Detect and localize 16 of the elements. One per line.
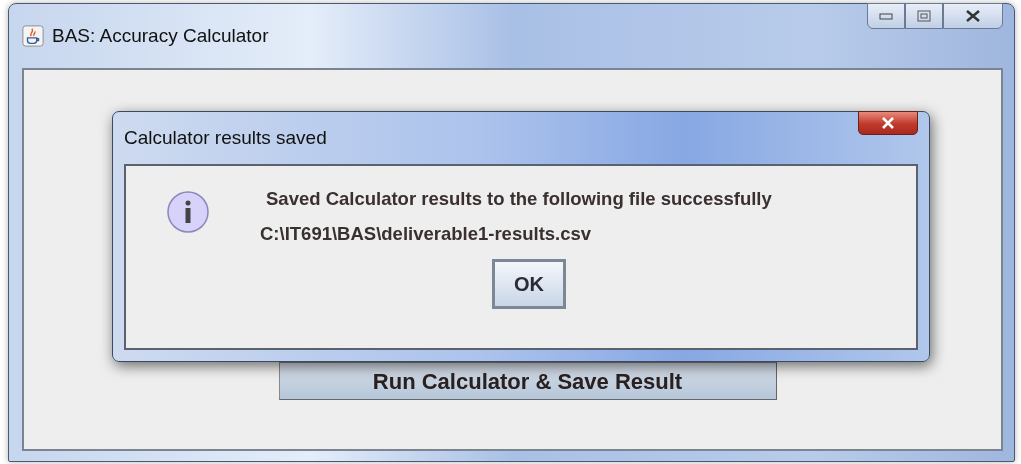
- minimize-button[interactable]: [867, 3, 905, 29]
- minimize-icon: [879, 12, 893, 20]
- close-icon: [880, 117, 896, 129]
- file-path: C:\IT691\BAS\deliverable1-results.csv: [260, 223, 593, 245]
- close-button[interactable]: [943, 3, 1003, 29]
- ok-button[interactable]: OK: [492, 259, 566, 309]
- run-calculator-button[interactable]: Run Calculator & Save Result: [278, 362, 777, 400]
- close-icon: [964, 9, 982, 23]
- dialog-title: Calculator results saved: [124, 127, 327, 149]
- close-button[interactable]: [858, 111, 918, 135]
- dialog-message: Saved Calculator results to the following file successfully: [266, 188, 772, 210]
- maximize-button[interactable]: [905, 3, 943, 29]
- cup-icon: [22, 25, 44, 47]
- maximize-icon: [917, 10, 931, 22]
- window-title: BAS: Accuracy Calculator: [52, 25, 269, 47]
- info-icon: [166, 190, 210, 234]
